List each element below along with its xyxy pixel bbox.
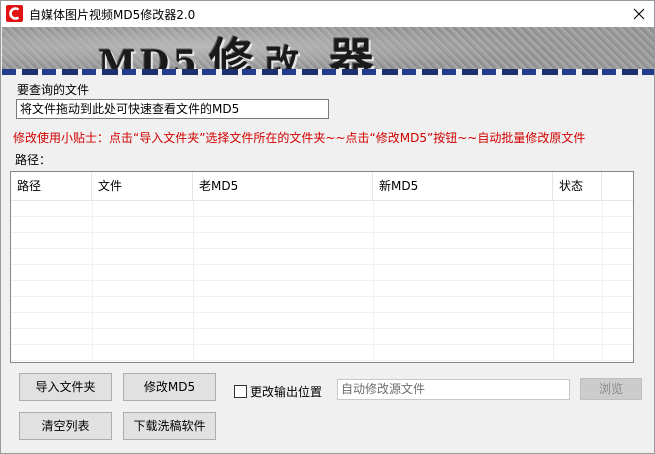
main-window: 自媒体图片视频MD5修改器2.0 MD5 修 改 器 要查询的文件 将文件拖动到… (0, 0, 655, 454)
clear-list-button[interactable]: 清空列表 (19, 412, 112, 440)
change-output-label: 更改输出位置 (250, 385, 323, 399)
query-file-label: 要查询的文件 (17, 83, 90, 97)
column-header-old-md5[interactable]: 老MD5 (193, 172, 373, 201)
modify-md5-button[interactable]: 修改MD5 (123, 373, 216, 401)
file-table[interactable]: 路径 文件 老MD5 新MD5 状态 (10, 171, 634, 363)
column-header-status[interactable]: 状态 (553, 172, 602, 201)
output-path-input[interactable]: 自动修改源文件 (337, 379, 570, 400)
close-icon (633, 8, 645, 20)
table-row (11, 201, 633, 217)
download-software-button[interactable]: 下载洗稿软件 (123, 412, 216, 440)
change-output-checkbox[interactable]: 更改输出位置 (234, 383, 322, 400)
title-bar: 自媒体图片视频MD5修改器2.0 (1, 1, 654, 27)
table-row (11, 265, 633, 281)
table-header: 路径 文件 老MD5 新MD5 状态 (11, 172, 633, 201)
table-row (11, 249, 633, 265)
column-header-file[interactable]: 文件 (92, 172, 193, 201)
column-header-new-md5[interactable]: 新MD5 (373, 172, 553, 201)
table-row (11, 329, 633, 345)
banner-image: MD5 修 改 器 (2, 27, 654, 75)
path-label: 路径： (15, 153, 52, 167)
table-row (11, 297, 633, 313)
table-row (11, 313, 633, 329)
column-header-path[interactable]: 路径 (11, 172, 92, 201)
table-row (11, 345, 633, 361)
table-row (11, 281, 633, 297)
checkbox-box[interactable] (234, 385, 247, 398)
import-folder-button[interactable]: 导入文件夹 (19, 373, 112, 401)
table-row (11, 233, 633, 249)
usage-tip: 修改使用小贴士：点击“导入文件夹”选择文件所在的文件夹~~点击“修改MD5”按钮… (13, 131, 586, 145)
table-row (11, 217, 633, 233)
window-title: 自媒体图片视频MD5修改器2.0 (29, 8, 196, 22)
banner-stripe (2, 69, 654, 75)
banner-title: MD5 修 改 器 (98, 27, 377, 75)
close-button[interactable] (624, 1, 654, 27)
query-file-input[interactable]: 将文件拖动到此处可快速查看文件的MD5 (16, 99, 329, 119)
app-logo-icon (6, 5, 23, 22)
browse-button[interactable]: 浏览 (580, 378, 642, 400)
